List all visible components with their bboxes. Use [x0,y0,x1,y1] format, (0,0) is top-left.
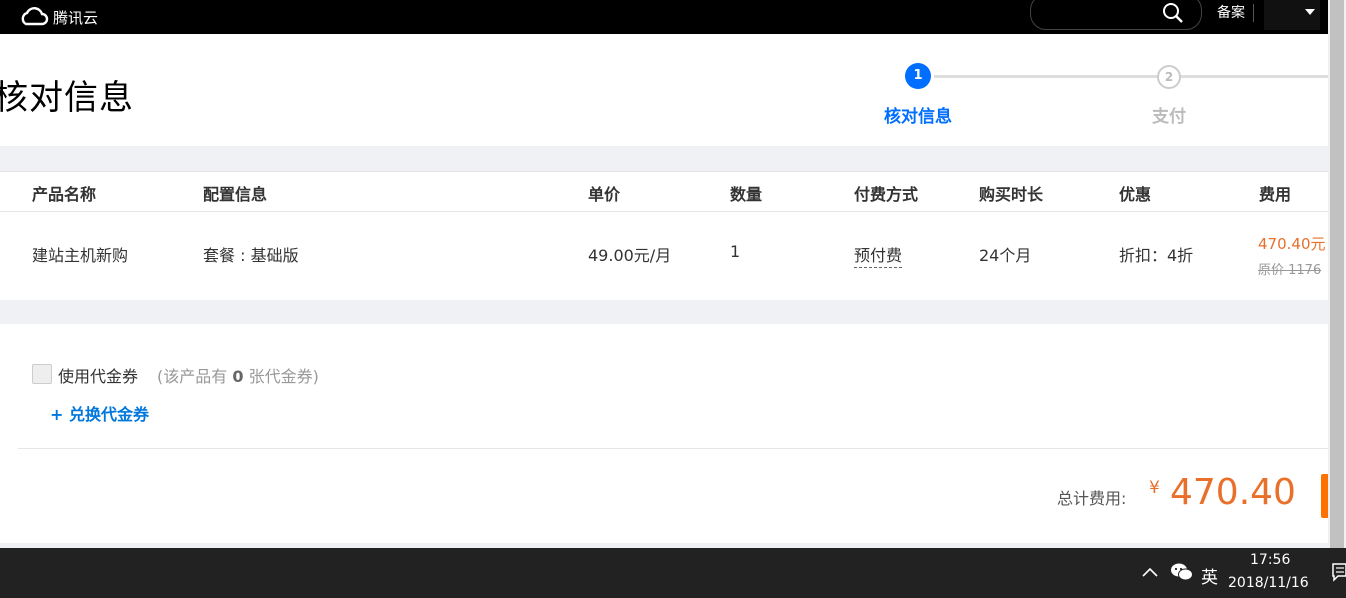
voucher-count-note: (该产品有 0 张代金券) [157,363,319,387]
scrollbar-thumb[interactable] [1330,0,1344,548]
wechat-icon[interactable] [1170,562,1194,586]
step-1-indicator: 1 [905,63,931,89]
table-header-row: 产品名称 配置信息 单价 数量 付费方式 购买时长 优惠 费用 [0,172,1328,212]
chevron-up-icon[interactable] [1140,564,1160,583]
clock-date[interactable]: 2018/11/16 [1228,575,1309,591]
column-header-config: 配置信息 [203,185,268,204]
step-2-label: 支付 [1152,107,1186,127]
use-voucher-label[interactable]: 使用代金券 [58,363,138,387]
brand-name: 腾讯云 [53,8,99,27]
column-header-quantity: 数量 [730,185,763,204]
tencent-cloud-logo[interactable]: 腾讯云 [18,4,98,30]
vertical-scrollbar[interactable] [1328,0,1346,548]
voucher-note-prefix: (该产品有 [157,367,228,386]
cell-duration: 24个月 [979,246,1032,265]
cell-product: 建站主机新购 [32,246,129,265]
currency-symbol: ¥ [1149,478,1160,498]
pay-button[interactable] [1321,474,1328,518]
step-progress-line [934,75,1328,78]
beian-link[interactable]: 备案 [1217,2,1245,22]
voucher-note-suffix: 张代金券) [248,367,319,386]
cell-unit-price: 49.00元/月 [588,246,672,265]
order-header: 核对信息 1 2 核对信息 支付 [0,34,1328,146]
column-header-discount: 优惠 [1119,185,1152,204]
clock-time[interactable]: 17:56 [1250,552,1290,568]
account-menu[interactable] [1264,0,1320,30]
order-table: 产品名称 配置信息 单价 数量 付费方式 购买时长 优惠 费用 建站主机新购 套… [0,171,1328,300]
step-1-label: 核对信息 [884,107,952,127]
cloud-icon [21,7,49,26]
exchange-voucher-link[interactable]: + 兑换代金券 [50,401,149,425]
column-header-duration: 购买时长 [979,185,1044,204]
nav-divider [1253,4,1254,22]
use-voucher-checkbox[interactable] [32,364,52,384]
step-2-indicator: 2 [1157,65,1181,89]
page-title: 核对信息 [0,78,134,118]
windows-taskbar: 英 17:56 2018/11/16 [0,548,1346,598]
column-header-unit-price: 单价 [588,185,621,204]
total-amount: 470.40 [1170,472,1296,513]
notification-icon[interactable] [1332,562,1346,586]
total-label: 总计费用: [1057,489,1127,508]
cell-discount: 折扣：4折 [1119,246,1194,265]
column-header-product: 产品名称 [32,185,97,204]
cell-config: 套餐 : 基础版 [203,246,299,265]
input-method-indicator[interactable]: 英 [1201,563,1218,588]
section-divider [18,448,1328,449]
voucher-count: 0 [232,367,244,386]
column-header-fee: 费用 [1259,185,1292,204]
cell-quantity: 1 [730,242,741,261]
cell-payment-method[interactable]: 预付费 [854,242,903,268]
top-navigation-bar: 腾讯云 备案 [0,0,1328,34]
chevron-down-icon[interactable] [1305,9,1315,15]
voucher-and-total-panel: 使用代金券 (该产品有 0 张代金券) + 兑换代金券 总计费用: ¥ 470.… [0,324,1328,543]
search-icon[interactable] [1162,2,1184,28]
cell-fee: 470.40元 [1258,235,1326,253]
cell-original-price: 原价 1176 [1258,263,1322,278]
column-header-payment: 付费方式 [854,185,919,204]
